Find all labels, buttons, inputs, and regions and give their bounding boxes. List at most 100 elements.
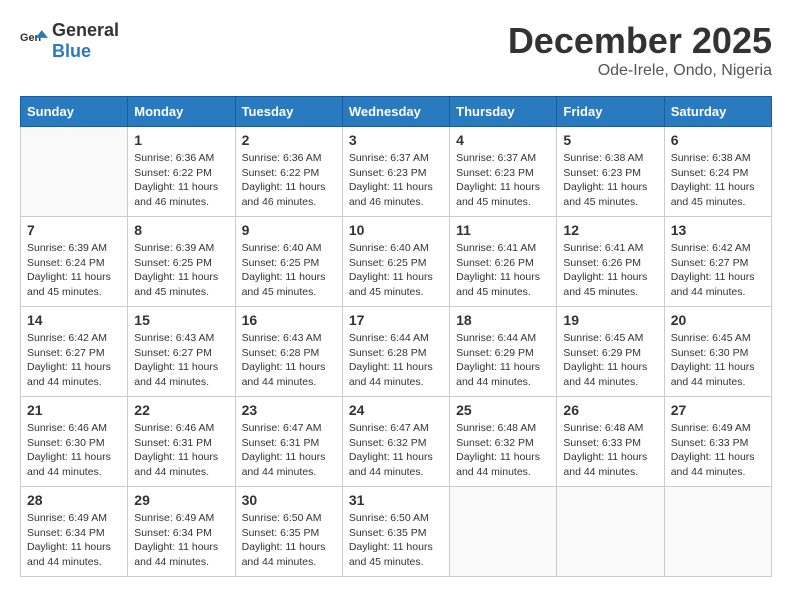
logo-blue: Blue [52, 41, 91, 61]
day-number: 16 [242, 312, 336, 328]
calendar-cell: 7 Sunrise: 6:39 AM Sunset: 6:24 PM Daylig… [21, 217, 128, 307]
calendar-cell: 25 Sunrise: 6:48 AM Sunset: 6:32 PM Dayli… [450, 397, 557, 487]
calendar-cell: 20 Sunrise: 6:45 AM Sunset: 6:30 PM Dayli… [664, 307, 771, 397]
calendar-week-row: 14Sunrise: 6:42 AM Sunset: 6:27 PM Dayli… [21, 307, 772, 397]
day-info: Sunrise: 6:50 AM Sunset: 6:35 PM Dayligh… [349, 511, 443, 570]
day-info: Sunrise: 6:43 AM Sunset: 6:27 PM Dayligh… [134, 331, 228, 390]
title-block: December 2025 Ode-Irele, Ondo, Nigeria [508, 20, 772, 80]
day-number: 10 [349, 222, 443, 238]
calendar-cell: 22 Sunrise: 6:46 AM Sunset: 6:31 PM Dayli… [128, 397, 235, 487]
day-number: 13 [671, 222, 765, 238]
day-info: Sunrise: 6:45 AM Sunset: 6:30 PM Dayligh… [671, 331, 765, 390]
calendar-week-row: 28 Sunrise: 6:49 AM Sunset: 6:34 PM Dayli… [21, 487, 772, 577]
calendar-cell: 10 Sunrise: 6:40 AM Sunset: 6:25 PM Dayli… [342, 217, 449, 307]
day-number: 9 [242, 222, 336, 238]
day-info: Sunrise: 6:36 AM Sunset: 6:22 PM Dayligh… [242, 151, 336, 210]
calendar-cell: 2 Sunrise: 6:36 AM Sunset: 6:22 PM Daylig… [235, 127, 342, 217]
calendar-body: 1Sunrise: 6:36 AM Sunset: 6:22 PM Daylig… [21, 127, 772, 577]
day-number: 25 [456, 402, 550, 418]
calendar-table: SundayMondayTuesdayWednesdayThursdayFrid… [20, 96, 772, 577]
day-info: Sunrise: 6:44 AM Sunset: 6:29 PM Dayligh… [456, 331, 550, 390]
calendar-cell [557, 487, 664, 577]
day-number: 27 [671, 402, 765, 418]
day-info: Sunrise: 6:42 AM Sunset: 6:27 PM Dayligh… [671, 241, 765, 300]
calendar-cell: 23Sunrise: 6:47 AM Sunset: 6:31 PM Dayli… [235, 397, 342, 487]
calendar-week-row: 21Sunrise: 6:46 AM Sunset: 6:30 PM Dayli… [21, 397, 772, 487]
day-info: Sunrise: 6:46 AM Sunset: 6:31 PM Dayligh… [134, 421, 228, 480]
calendar-cell: 27 Sunrise: 6:49 AM Sunset: 6:33 PM Dayli… [664, 397, 771, 487]
day-number: 4 [456, 132, 550, 148]
day-info: Sunrise: 6:47 AM Sunset: 6:32 PM Dayligh… [349, 421, 443, 480]
calendar-cell: 28 Sunrise: 6:49 AM Sunset: 6:34 PM Dayli… [21, 487, 128, 577]
calendar-cell: 29Sunrise: 6:49 AM Sunset: 6:34 PM Dayli… [128, 487, 235, 577]
day-info: Sunrise: 6:49 AM Sunset: 6:33 PM Dayligh… [671, 421, 765, 480]
day-info: Sunrise: 6:41 AM Sunset: 6:26 PM Dayligh… [456, 241, 550, 300]
calendar-cell: 14Sunrise: 6:42 AM Sunset: 6:27 PM Dayli… [21, 307, 128, 397]
calendar-cell [450, 487, 557, 577]
day-info: Sunrise: 6:48 AM Sunset: 6:32 PM Dayligh… [456, 421, 550, 480]
calendar-cell: 9 Sunrise: 6:40 AM Sunset: 6:25 PM Daylig… [235, 217, 342, 307]
calendar-header-row: SundayMondayTuesdayWednesdayThursdayFrid… [21, 97, 772, 127]
day-number: 14 [27, 312, 121, 328]
calendar-cell: 8Sunrise: 6:39 AM Sunset: 6:25 PM Daylig… [128, 217, 235, 307]
day-number: 26 [563, 402, 657, 418]
calendar-cell: 13 Sunrise: 6:42 AM Sunset: 6:27 PM Dayli… [664, 217, 771, 307]
calendar-cell: 6Sunrise: 6:38 AM Sunset: 6:24 PM Daylig… [664, 127, 771, 217]
calendar-cell: 26Sunrise: 6:48 AM Sunset: 6:33 PM Dayli… [557, 397, 664, 487]
day-number: 5 [563, 132, 657, 148]
day-info: Sunrise: 6:37 AM Sunset: 6:23 PM Dayligh… [456, 151, 550, 210]
calendar-header-saturday: Saturday [664, 97, 771, 127]
day-number: 19 [563, 312, 657, 328]
calendar-header-tuesday: Tuesday [235, 97, 342, 127]
calendar-header-sunday: Sunday [21, 97, 128, 127]
calendar-header-thursday: Thursday [450, 97, 557, 127]
day-number: 20 [671, 312, 765, 328]
day-info: Sunrise: 6:36 AM Sunset: 6:22 PM Dayligh… [134, 151, 228, 210]
day-info: Sunrise: 6:47 AM Sunset: 6:31 PM Dayligh… [242, 421, 336, 480]
day-number: 28 [27, 492, 121, 508]
day-info: Sunrise: 6:49 AM Sunset: 6:34 PM Dayligh… [27, 511, 121, 570]
calendar-cell: 4 Sunrise: 6:37 AM Sunset: 6:23 PM Daylig… [450, 127, 557, 217]
day-number: 24 [349, 402, 443, 418]
calendar-header-wednesday: Wednesday [342, 97, 449, 127]
day-info: Sunrise: 6:40 AM Sunset: 6:25 PM Dayligh… [242, 241, 336, 300]
day-info: Sunrise: 6:37 AM Sunset: 6:23 PM Dayligh… [349, 151, 443, 210]
day-number: 8 [134, 222, 228, 238]
day-number: 17 [349, 312, 443, 328]
day-number: 11 [456, 222, 550, 238]
calendar-cell [21, 127, 128, 217]
calendar-cell: 19 Sunrise: 6:45 AM Sunset: 6:29 PM Dayli… [557, 307, 664, 397]
day-number: 22 [134, 402, 228, 418]
calendar-cell [664, 487, 771, 577]
month-year-title: December 2025 [508, 20, 772, 62]
day-number: 18 [456, 312, 550, 328]
day-info: Sunrise: 6:50 AM Sunset: 6:35 PM Dayligh… [242, 511, 336, 570]
calendar-cell: 21Sunrise: 6:46 AM Sunset: 6:30 PM Dayli… [21, 397, 128, 487]
calendar-header-monday: Monday [128, 97, 235, 127]
calendar-cell: 5Sunrise: 6:38 AM Sunset: 6:23 PM Daylig… [557, 127, 664, 217]
calendar-cell: 24 Sunrise: 6:47 AM Sunset: 6:32 PM Dayli… [342, 397, 449, 487]
calendar-cell: 12 Sunrise: 6:41 AM Sunset: 6:26 PM Dayli… [557, 217, 664, 307]
page-header: Gen General Blue December 2025 Ode-Irele… [20, 20, 772, 80]
day-number: 7 [27, 222, 121, 238]
day-number: 2 [242, 132, 336, 148]
day-number: 30 [242, 492, 336, 508]
day-info: Sunrise: 6:46 AM Sunset: 6:30 PM Dayligh… [27, 421, 121, 480]
day-info: Sunrise: 6:43 AM Sunset: 6:28 PM Dayligh… [242, 331, 336, 390]
day-info: Sunrise: 6:40 AM Sunset: 6:25 PM Dayligh… [349, 241, 443, 300]
calendar-cell: 18 Sunrise: 6:44 AM Sunset: 6:29 PM Dayli… [450, 307, 557, 397]
location-subtitle: Ode-Irele, Ondo, Nigeria [508, 62, 772, 80]
day-info: Sunrise: 6:45 AM Sunset: 6:29 PM Dayligh… [563, 331, 657, 390]
day-info: Sunrise: 6:49 AM Sunset: 6:34 PM Dayligh… [134, 511, 228, 570]
logo-icon: Gen [20, 27, 48, 55]
day-info: Sunrise: 6:39 AM Sunset: 6:24 PM Dayligh… [27, 241, 121, 300]
calendar-cell: 31 Sunrise: 6:50 AM Sunset: 6:35 PM Dayli… [342, 487, 449, 577]
calendar-cell: 1Sunrise: 6:36 AM Sunset: 6:22 PM Daylig… [128, 127, 235, 217]
day-info: Sunrise: 6:41 AM Sunset: 6:26 PM Dayligh… [563, 241, 657, 300]
day-number: 12 [563, 222, 657, 238]
calendar-week-row: 1Sunrise: 6:36 AM Sunset: 6:22 PM Daylig… [21, 127, 772, 217]
logo: Gen General Blue [20, 20, 119, 62]
day-number: 31 [349, 492, 443, 508]
calendar-cell: 15Sunrise: 6:43 AM Sunset: 6:27 PM Dayli… [128, 307, 235, 397]
day-number: 3 [349, 132, 443, 148]
